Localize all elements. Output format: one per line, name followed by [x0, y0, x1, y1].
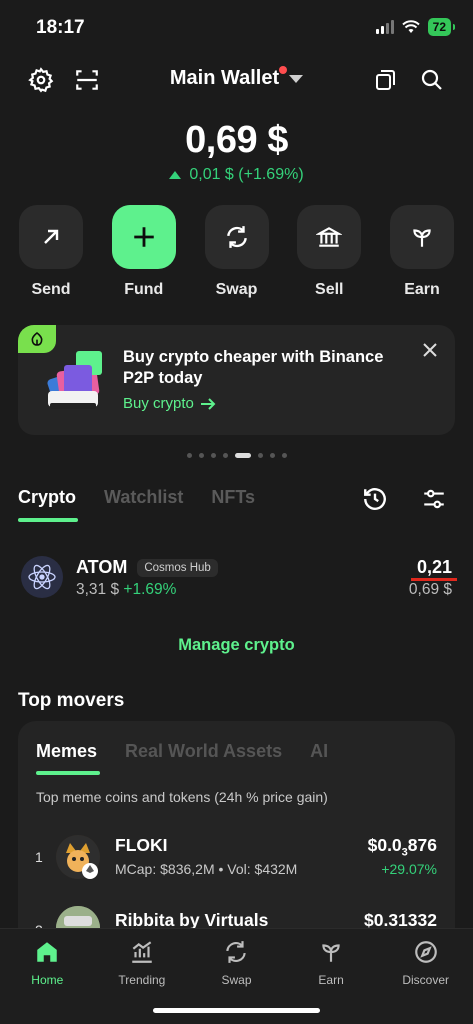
- tab-memes[interactable]: Memes: [36, 741, 101, 775]
- status-indicators: 72: [375, 18, 456, 36]
- wallet-name: Main Wallet: [169, 67, 280, 89]
- promo-text: Buy crypto cheaper with Binance P2P toda…: [123, 348, 384, 387]
- asset-tabs: Crypto Watchlist NFTs: [18, 487, 255, 522]
- carousel-dot: [269, 453, 275, 458]
- swap-icon: [226, 941, 247, 963]
- floki-logo-icon: [56, 835, 100, 879]
- swap-icon: [204, 205, 269, 269]
- chevron-down-icon: [289, 74, 304, 83]
- notification-dot: [279, 65, 288, 74]
- asset-price-line: 3,31 $ +1.69%: [76, 581, 176, 599]
- carousel-dot: [198, 453, 204, 458]
- compass-icon: [414, 941, 437, 963]
- search-icon[interactable]: [418, 66, 446, 94]
- carousel-dot: [222, 453, 228, 458]
- nav-home[interactable]: Home: [7, 939, 87, 1024]
- nav-discover[interactable]: Discover: [386, 939, 466, 1024]
- earn-button[interactable]: Earn: [389, 205, 455, 299]
- fund-label: Fund: [124, 281, 164, 298]
- asset-amount: 0,21: [416, 557, 452, 577]
- carousel-dot: [210, 453, 216, 458]
- carousel-dot: [186, 453, 192, 458]
- send-arrow-icon: [19, 205, 83, 269]
- battery-indicator: 72: [427, 18, 456, 36]
- copy-icon[interactable]: [371, 66, 399, 94]
- asset-price: 3,31 $: [76, 581, 120, 598]
- nav-swap-label: Swap: [221, 973, 252, 987]
- nav-trending-label: Trending: [118, 973, 166, 987]
- swap-button[interactable]: Swap: [204, 205, 270, 299]
- asset-fiat-value: 0,69 $: [408, 581, 452, 598]
- tab-real-world-assets[interactable]: Real World Assets: [125, 741, 282, 762]
- send-button[interactable]: Send: [18, 205, 84, 299]
- mover-rank: 1: [35, 849, 43, 865]
- tab-nfts[interactable]: NFTs: [211, 487, 255, 508]
- asset-symbol: ATOM: [76, 557, 128, 577]
- mover-price-suffix: 876: [407, 835, 437, 855]
- atom-logo-icon[interactable]: [21, 556, 63, 598]
- mover-name: FLOKI: [115, 835, 168, 855]
- carousel-dot-active: [234, 453, 251, 458]
- mover-change: +29.07%: [381, 861, 437, 877]
- earn-label: Earn: [404, 281, 440, 298]
- balance-change: 0,01 $ (+1.69%): [0, 166, 473, 184]
- swap-label: Swap: [215, 281, 258, 298]
- nav-discover-label: Discover: [402, 973, 450, 987]
- fund-button[interactable]: Fund: [111, 205, 177, 299]
- carousel-dot: [257, 453, 263, 458]
- total-balance: 0,69 $: [185, 119, 288, 161]
- buy-crypto-label: Buy crypto: [123, 395, 194, 412]
- promo-banner[interactable]: Buy crypto cheaper with Binance P2P toda…: [18, 325, 455, 435]
- home-indicator: [153, 1008, 320, 1013]
- tab-crypto[interactable]: Crypto: [18, 487, 78, 522]
- arrow-right-icon: [200, 397, 216, 410]
- sprout-icon: [390, 205, 454, 269]
- carousel-dot: [281, 453, 287, 458]
- asset-row-atom[interactable]: ATOM Cosmos Hub: [76, 557, 218, 578]
- balance-change-text: 0,01 $ (+1.69%): [189, 166, 304, 183]
- action-bar: Send Fund Swap Sell Earn: [18, 205, 455, 299]
- arrow-up-icon: [169, 171, 182, 179]
- sell-label: Sell: [315, 281, 344, 298]
- top-movers-tabs: Memes Real World Assets AI: [36, 741, 328, 775]
- asset-change: +1.69%: [123, 581, 177, 598]
- plus-icon: [111, 205, 176, 269]
- history-icon[interactable]: [361, 485, 389, 513]
- nav-home-label: Home: [31, 973, 64, 987]
- nav-earn-label: Earn: [318, 973, 344, 987]
- wallet-selector[interactable]: Main Wallet: [0, 65, 473, 90]
- manage-crypto-button[interactable]: Manage crypto: [0, 636, 473, 655]
- cellular-signal-icon: [375, 20, 394, 34]
- tab-watchlist[interactable]: Watchlist: [104, 487, 183, 508]
- close-icon[interactable]: [423, 343, 437, 357]
- mover-row-floki[interactable]: 1 FLOKI MCap: $836,2M • Vol: $432M $0.03…: [18, 831, 455, 891]
- top-movers-subtitle: Top meme coins and tokens (24h % price g…: [36, 789, 328, 805]
- mover-stats: MCap: $836,2M • Vol: $432M: [115, 861, 298, 877]
- sell-button[interactable]: Sell: [296, 205, 362, 299]
- card-illustration-icon: [40, 347, 112, 415]
- status-time: 18:17: [36, 17, 85, 38]
- sprout-icon: [322, 944, 340, 962]
- carousel-indicator: [0, 453, 473, 458]
- tab-ai[interactable]: AI: [310, 741, 328, 762]
- home-icon: [37, 942, 58, 962]
- bank-icon: [297, 205, 362, 269]
- top-movers-title: Top movers: [18, 690, 125, 711]
- wifi-icon: [401, 20, 420, 33]
- mover-price-prefix: $0.0: [367, 835, 402, 855]
- send-label: Send: [31, 281, 71, 298]
- trending-chart-icon: [132, 941, 152, 963]
- buy-crypto-link[interactable]: Buy crypto: [123, 395, 216, 412]
- filter-icon[interactable]: [420, 485, 448, 513]
- mover-price: $0.03876: [368, 835, 437, 859]
- network-badge: Cosmos Hub: [137, 558, 218, 577]
